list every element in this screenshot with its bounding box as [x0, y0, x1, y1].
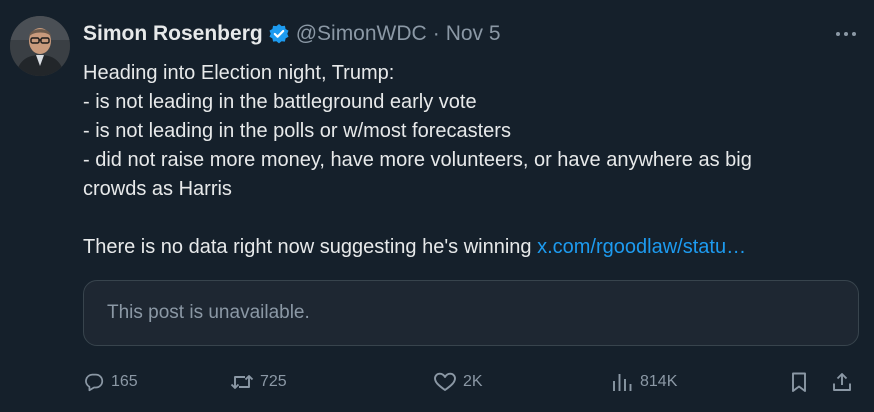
author-name[interactable]: Simon Rosenberg	[83, 19, 263, 49]
post-text: Heading into Election night, Trump: - is…	[83, 59, 863, 262]
bookmark-button[interactable]	[788, 368, 816, 396]
views-count: 814K	[640, 373, 678, 390]
tweet-header: Simon Rosenberg @SimonWDC · Nov 5	[83, 19, 501, 49]
repost-button[interactable]: 725	[230, 368, 287, 396]
post-link[interactable]: x.com/rgoodlaw/statu…	[537, 236, 746, 258]
post-closing-line: There is no data right now suggesting he…	[83, 233, 863, 262]
tweet: Simon Rosenberg @SimonWDC · Nov 5 Headin…	[0, 0, 874, 412]
views-icon	[613, 374, 632, 391]
reply-icon	[85, 373, 104, 392]
share-button[interactable]	[831, 368, 859, 396]
verified-badge-icon	[268, 23, 290, 45]
avatar[interactable]	[10, 16, 70, 76]
like-icon	[434, 372, 456, 391]
post-line: - is not leading in the polls or w/most …	[83, 120, 511, 142]
author-handle[interactable]: @SimonWDC	[296, 19, 427, 49]
post-line: Heading into Election night, Trump:	[83, 62, 395, 84]
unavailable-quote-card: This post is unavailable.	[83, 280, 859, 346]
post-line: - did not raise more money, have more vo…	[83, 149, 752, 171]
share-icon	[833, 373, 851, 391]
unavailable-message: This post is unavailable.	[107, 302, 310, 323]
more-options-icon[interactable]	[834, 22, 858, 46]
post-line: - is not leading in the battleground ear…	[83, 91, 477, 113]
post-date[interactable]: Nov 5	[446, 19, 501, 49]
separator: ·	[432, 22, 440, 45]
reply-button[interactable]: 165	[83, 368, 138, 396]
paragraph-break	[83, 204, 863, 233]
like-button[interactable]: 2K	[433, 368, 483, 396]
like-count: 2K	[463, 373, 483, 390]
action-bar: 165 725 2K 814K	[83, 368, 859, 396]
reply-count: 165	[111, 373, 138, 390]
repost-count: 725	[260, 373, 287, 390]
bookmark-icon	[792, 372, 806, 392]
post-closing-text: There is no data right now suggesting he…	[83, 236, 538, 258]
post-line: crowds as Harris	[83, 178, 232, 200]
repost-icon	[230, 375, 254, 389]
views-button[interactable]: 814K	[610, 368, 677, 396]
